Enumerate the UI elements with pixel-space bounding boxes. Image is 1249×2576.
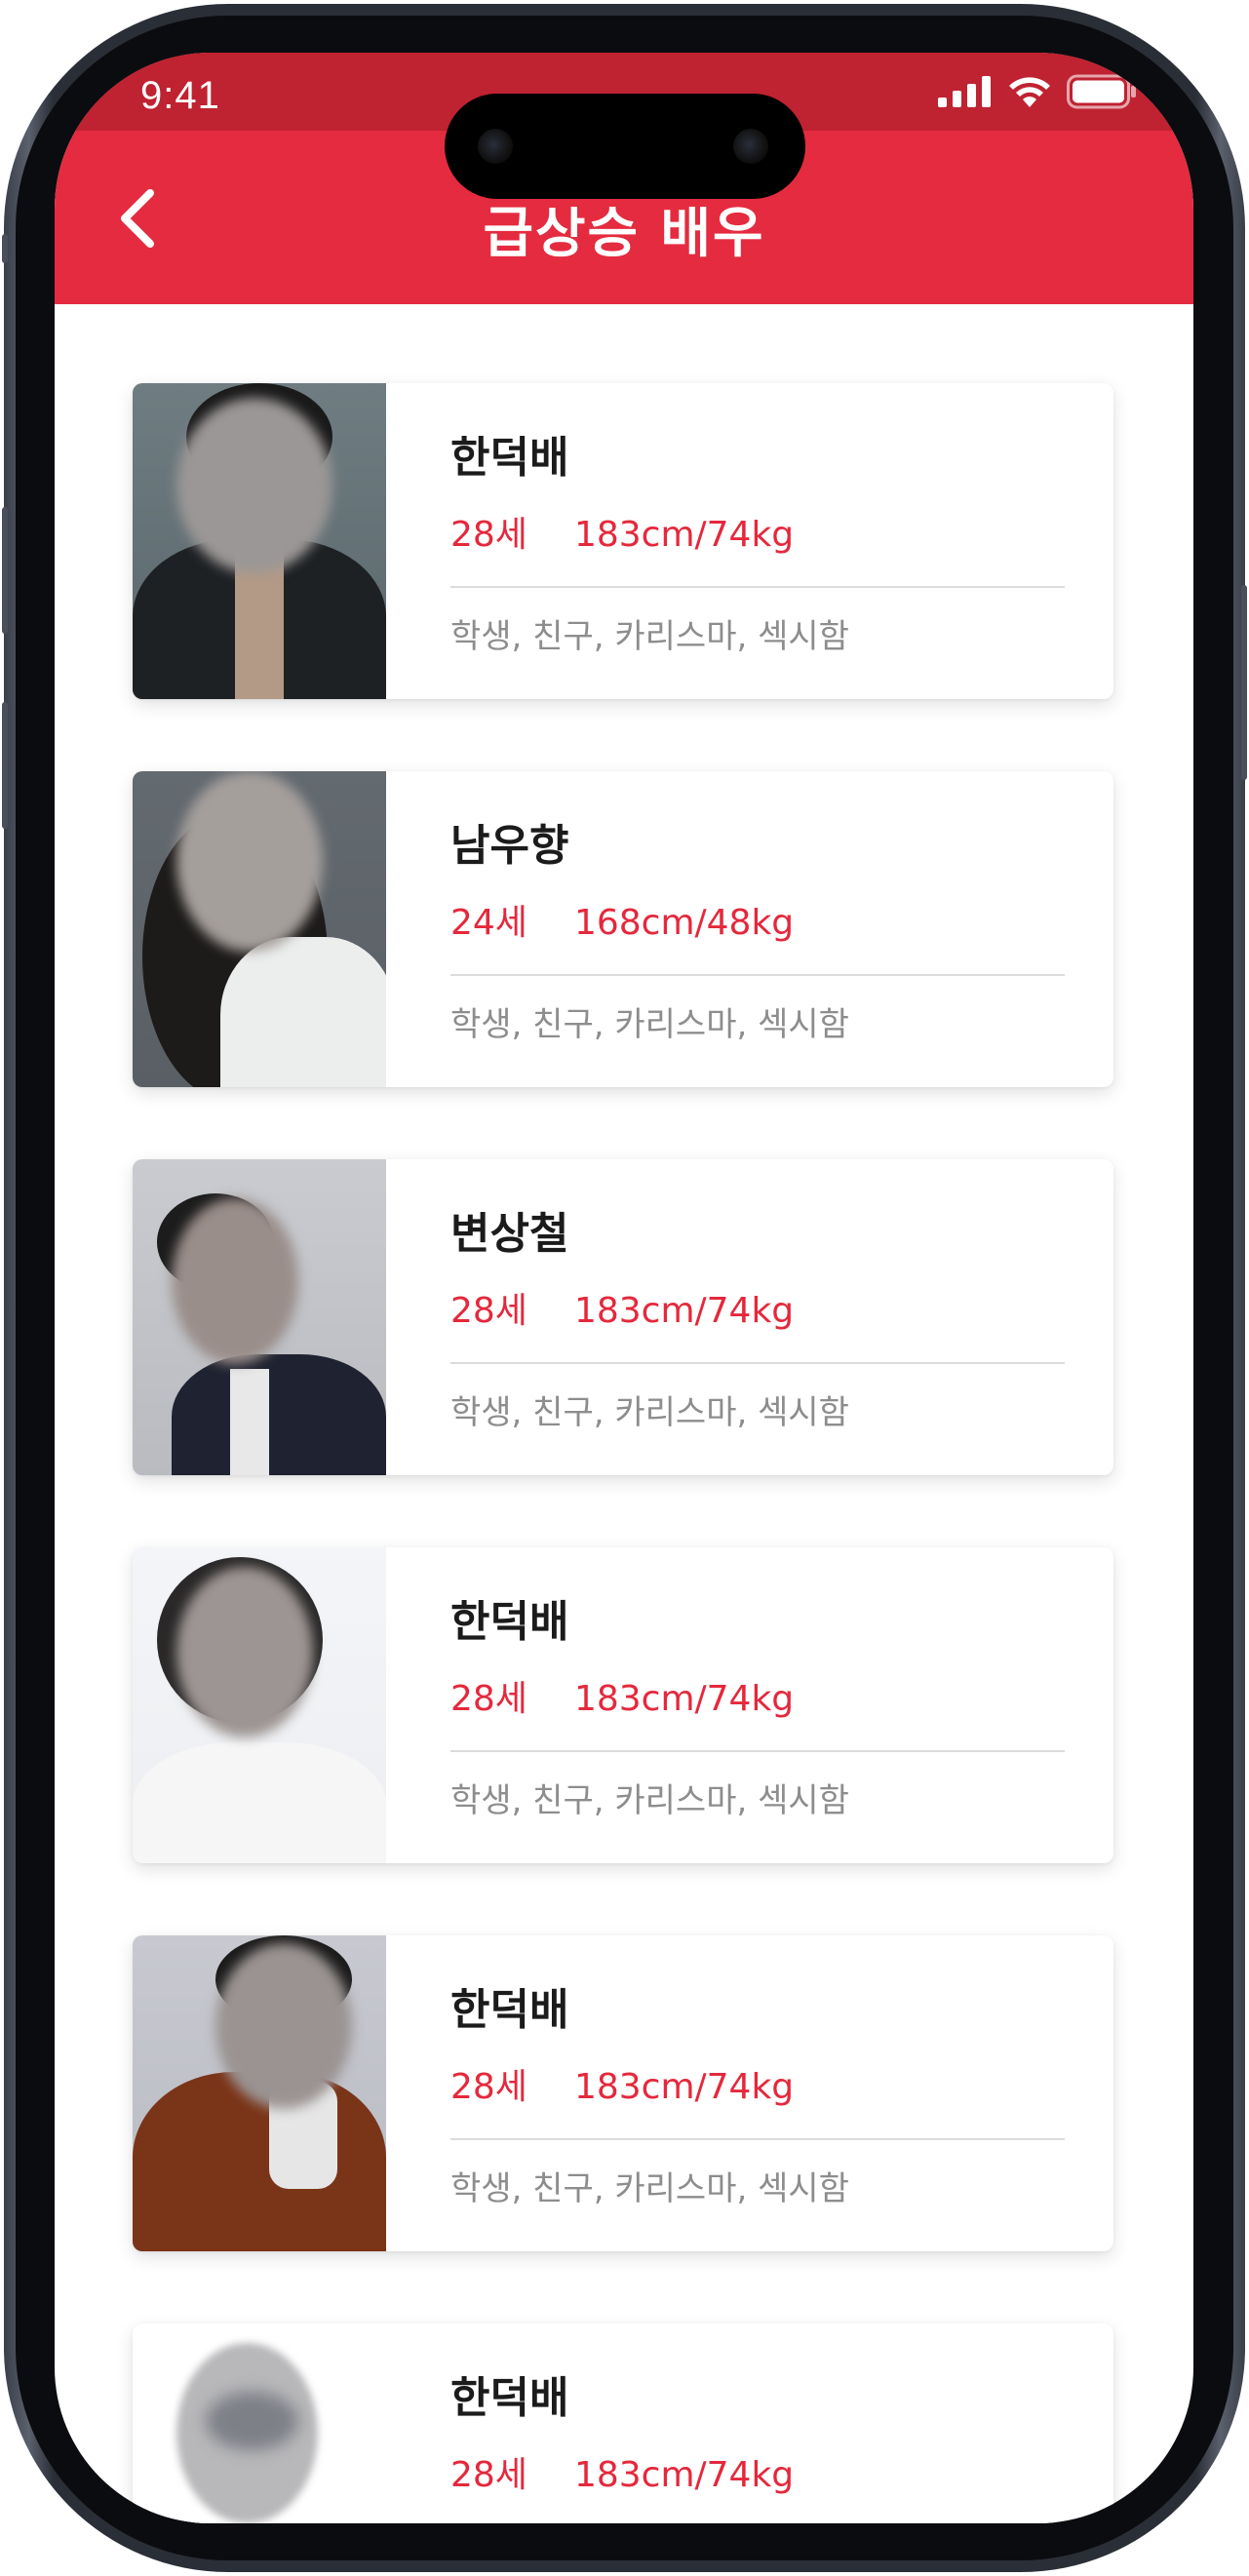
actor-age: 28세 — [450, 1679, 527, 1719]
actor-meta: 28세 183cm/74kg — [450, 1282, 794, 1333]
actor-size: 183cm/74kg — [573, 515, 795, 555]
status-icons — [938, 74, 1137, 109]
actor-card[interactable]: 변상철 28세 183cm/74kg 학생, 친구, 카리스마, 섹시함 — [133, 1159, 1113, 1475]
status-time: 9:41 — [140, 74, 220, 117]
divider — [450, 1750, 1065, 1752]
actor-size: 183cm/74kg — [573, 2455, 795, 2495]
side-button — [1241, 585, 1247, 780]
actor-info: 한덕배 28세 183cm/74kg 학생, 친구, 카리스마, 섹시함 — [450, 1547, 1065, 1863]
actor-meta: 28세 183cm/74kg — [450, 2446, 794, 2497]
side-button — [2, 702, 8, 829]
actor-info: 남우향 24세 168cm/48kg 학생, 친구, 카리스마, 섹시함 — [450, 771, 1065, 1087]
actor-photo — [133, 2323, 386, 2523]
actor-card[interactable]: 한덕배 28세 183cm/74kg 학생, 친구, 카리스마, 섹시함 — [133, 1935, 1113, 2251]
actor-tags: 학생, 친구, 카리스마, 섹시함 — [450, 2169, 849, 2208]
actor-card[interactable]: 한덕배 28세 183cm/74kg 학생, 친구, 카리스마, 섹시함 — [133, 1547, 1113, 1863]
actor-name: 남우향 — [450, 821, 569, 871]
actor-photo — [133, 383, 386, 699]
divider — [450, 2138, 1065, 2140]
signal-icon — [938, 76, 991, 107]
actor-card[interactable]: 한덕배 28세 183cm/74kg — [133, 2323, 1113, 2523]
actor-info: 변상철 28세 183cm/74kg 학생, 친구, 카리스마, 섹시함 — [450, 1159, 1065, 1475]
actor-photo — [133, 1547, 386, 1863]
actor-age: 24세 — [450, 903, 527, 943]
actor-name: 한덕배 — [450, 1597, 569, 1647]
actor-tags: 학생, 친구, 카리스마, 섹시함 — [450, 617, 849, 656]
actor-tags: 학생, 친구, 카리스마, 섹시함 — [450, 1393, 849, 1432]
actor-name: 한덕배 — [450, 433, 569, 483]
actor-name: 한덕배 — [450, 2373, 569, 2423]
divider — [450, 586, 1065, 588]
actor-card[interactable]: 남우향 24세 168cm/48kg 학생, 친구, 카리스마, 섹시함 — [133, 771, 1113, 1087]
actor-name: 변상철 — [450, 1209, 569, 1259]
dynamic-island — [445, 94, 805, 199]
screen: 9:41 급상승 배우 한덕배 28세 183cm/74kg 학생, 친구, 카… — [55, 53, 1193, 2523]
actor-photo — [133, 771, 386, 1087]
actor-age: 28세 — [450, 515, 527, 555]
wifi-icon — [1009, 77, 1050, 107]
side-button — [2, 234, 8, 263]
device-canvas: 9:41 급상승 배우 한덕배 28세 183cm/74kg 학생, 친구, 카… — [0, 0, 1249, 2576]
actor-tags: 학생, 친구, 카리스마, 섹시함 — [450, 1781, 849, 1820]
actor-meta: 28세 183cm/74kg — [450, 506, 794, 557]
actor-info: 한덕배 28세 183cm/74kg 학생, 친구, 카리스마, 섹시함 — [450, 1935, 1065, 2251]
actor-info: 한덕배 28세 183cm/74kg 학생, 친구, 카리스마, 섹시함 — [450, 383, 1065, 699]
actor-age: 28세 — [450, 1291, 527, 1331]
actor-age: 28세 — [450, 2067, 527, 2107]
page-title: 급상승 배우 — [483, 202, 765, 265]
actor-meta: 28세 183cm/74kg — [450, 1670, 794, 1721]
actor-size: 183cm/74kg — [573, 2067, 795, 2107]
actor-name: 한덕배 — [450, 1985, 569, 2035]
actor-tags: 학생, 친구, 카리스마, 섹시함 — [450, 1005, 849, 1044]
divider — [450, 1362, 1065, 1364]
actor-size: 183cm/74kg — [573, 1291, 795, 1331]
actor-size: 183cm/74kg — [573, 1679, 795, 1719]
divider — [450, 974, 1065, 976]
battery-icon — [1067, 74, 1136, 109]
side-button — [2, 507, 8, 634]
actor-age: 28세 — [450, 2455, 527, 2495]
actor-meta: 24세 168cm/48kg — [450, 894, 794, 945]
actor-info: 한덕배 28세 183cm/74kg — [450, 2323, 1065, 2523]
actor-photo — [133, 1159, 386, 1475]
actor-size: 168cm/48kg — [573, 903, 795, 943]
actor-meta: 28세 183cm/74kg — [450, 2058, 794, 2109]
actor-photo — [133, 1935, 386, 2251]
actor-card[interactable]: 한덕배 28세 183cm/74kg 학생, 친구, 카리스마, 섹시함 — [133, 383, 1113, 699]
